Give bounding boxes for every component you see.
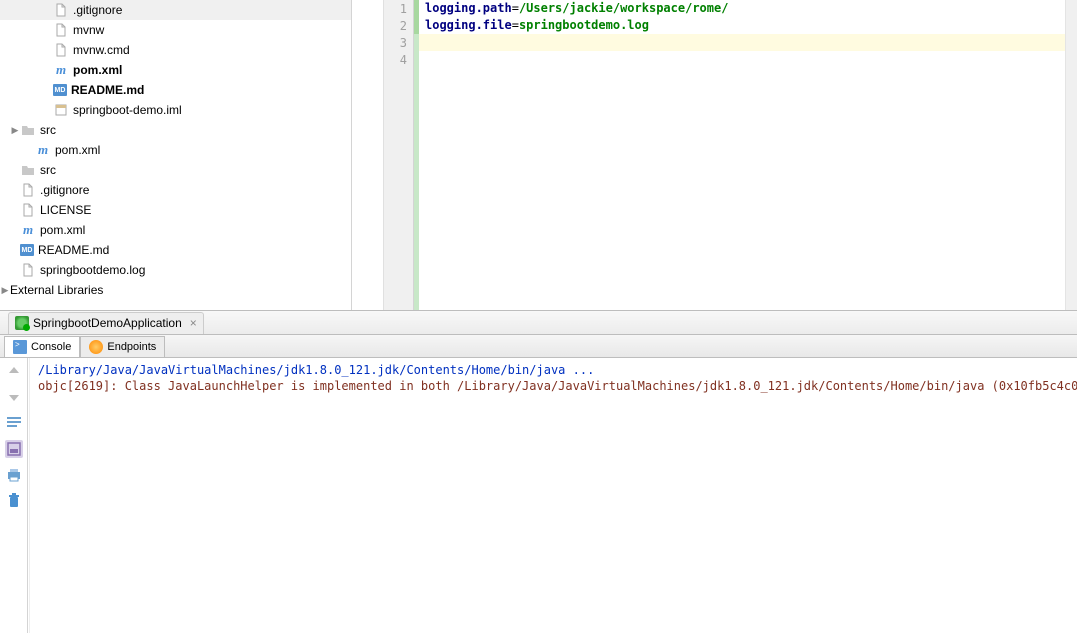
file-icon (20, 182, 36, 198)
tree-item[interactable]: LICENSE (0, 200, 351, 220)
console-icon (13, 340, 27, 354)
tree-item[interactable]: ▶ src (0, 120, 351, 140)
tree-label: springboot-demo.iml (73, 103, 182, 117)
tab-console[interactable]: Console (4, 336, 80, 357)
tree-label: External Libraries (10, 283, 103, 297)
editor-line-numbers: 1234 (384, 0, 414, 310)
code-line[interactable] (419, 51, 1065, 68)
tree-label: .gitignore (73, 3, 122, 17)
tree-label: pom.xml (40, 223, 85, 237)
editor-gutter-strip (352, 0, 384, 310)
soft-wrap-button[interactable] (5, 414, 23, 432)
tree-label: src (40, 123, 56, 137)
file-icon (53, 2, 69, 18)
tab-label: Console (31, 341, 71, 353)
line-number: 2 (384, 17, 413, 34)
tree-item[interactable]: mvnw.cmd (0, 40, 351, 60)
tree-label: README.md (71, 83, 144, 97)
editor-code[interactable]: logging.path=/Users/jackie/workspace/rom… (419, 0, 1065, 310)
code-line[interactable]: logging.file=springbootdemo.log (419, 17, 1065, 34)
run-sub-tab-bar: Console Endpoints (0, 335, 1077, 358)
scroll-up-button[interactable] (5, 362, 23, 380)
file-icon (53, 42, 69, 58)
tree-label: README.md (38, 243, 109, 257)
tree-item[interactable]: .gitignore (0, 180, 351, 200)
tree-item[interactable]: m pom.xml (0, 220, 351, 240)
maven-icon: m (35, 142, 51, 158)
console-toolbar (0, 358, 28, 633)
endpoints-icon (89, 340, 103, 354)
tree-label: mvnw (73, 23, 104, 37)
tree-item[interactable]: MD README.md (0, 80, 351, 100)
run-config-tab[interactable]: SpringbootDemoApplication × (8, 312, 204, 334)
clear-all-button[interactable] (5, 492, 23, 510)
tree-label: src (40, 163, 56, 177)
tree-item[interactable]: mvnw (0, 20, 351, 40)
maven-icon: m (53, 62, 69, 78)
line-number: 4 (384, 51, 413, 68)
tree-item[interactable]: springboot-demo.iml (0, 100, 351, 120)
editor-error-stripe (1065, 0, 1077, 310)
close-icon[interactable]: × (186, 316, 197, 330)
tree-label: .gitignore (40, 183, 89, 197)
run-tool-window: SpringbootDemoApplication × Console Endpo… (0, 310, 1077, 633)
print-button[interactable] (5, 466, 23, 484)
maven-icon: m (20, 222, 36, 238)
project-tree[interactable]: .gitignore mvnw mvnw.cmd m pom.xml MD README.m… (0, 0, 352, 310)
line-number: 3 (384, 34, 413, 51)
run-tab-bar: SpringbootDemoApplication × (0, 311, 1077, 335)
code-line[interactable] (419, 34, 1065, 51)
tab-label: Endpoints (107, 341, 156, 353)
run-config-label: SpringbootDemoApplication (33, 316, 182, 330)
module-icon (53, 102, 69, 118)
tree-item[interactable]: src (0, 160, 351, 180)
file-icon (53, 22, 69, 38)
tree-item[interactable]: MD README.md (0, 240, 351, 260)
console-line[interactable]: /Library/Java/JavaVirtualMachines/jdk1.8… (32, 362, 1075, 378)
scroll-to-end-button[interactable] (5, 440, 23, 458)
tree-label: LICENSE (40, 203, 91, 217)
tree-item[interactable]: springbootdemo.log (0, 260, 351, 280)
markdown-icon: MD (53, 84, 67, 96)
folder-icon (20, 162, 36, 178)
tree-label: pom.xml (73, 63, 122, 77)
scroll-down-button[interactable] (5, 388, 23, 406)
editor[interactable]: 1234 logging.path=/Users/jackie/workspac… (352, 0, 1077, 310)
tree-item[interactable]: .gitignore (0, 0, 351, 20)
file-icon (20, 202, 36, 218)
tree-item[interactable]: m pom.xml (0, 140, 351, 160)
code-line[interactable]: logging.path=/Users/jackie/workspace/rom… (419, 0, 1065, 17)
console-output[interactable]: /Library/Java/JavaVirtualMachines/jdk1.8… (29, 358, 1077, 633)
expand-arrow-icon[interactable]: ▶ (0, 285, 10, 296)
line-number: 1 (384, 0, 413, 17)
tree-label: springbootdemo.log (40, 263, 145, 277)
markdown-icon: MD (20, 244, 34, 256)
tree-item[interactable]: ▶External Libraries (0, 280, 351, 300)
tree-label: mvnw.cmd (73, 43, 130, 57)
console-line[interactable]: objc[2619]: Class JavaLaunchHelper is im… (32, 378, 1075, 394)
file-icon (20, 262, 36, 278)
folder-icon (20, 122, 36, 138)
spring-boot-icon (15, 316, 29, 330)
tab-endpoints[interactable]: Endpoints (80, 336, 165, 357)
expand-arrow-icon[interactable]: ▶ (10, 125, 20, 136)
tree-label: pom.xml (55, 143, 100, 157)
tree-item[interactable]: m pom.xml (0, 60, 351, 80)
